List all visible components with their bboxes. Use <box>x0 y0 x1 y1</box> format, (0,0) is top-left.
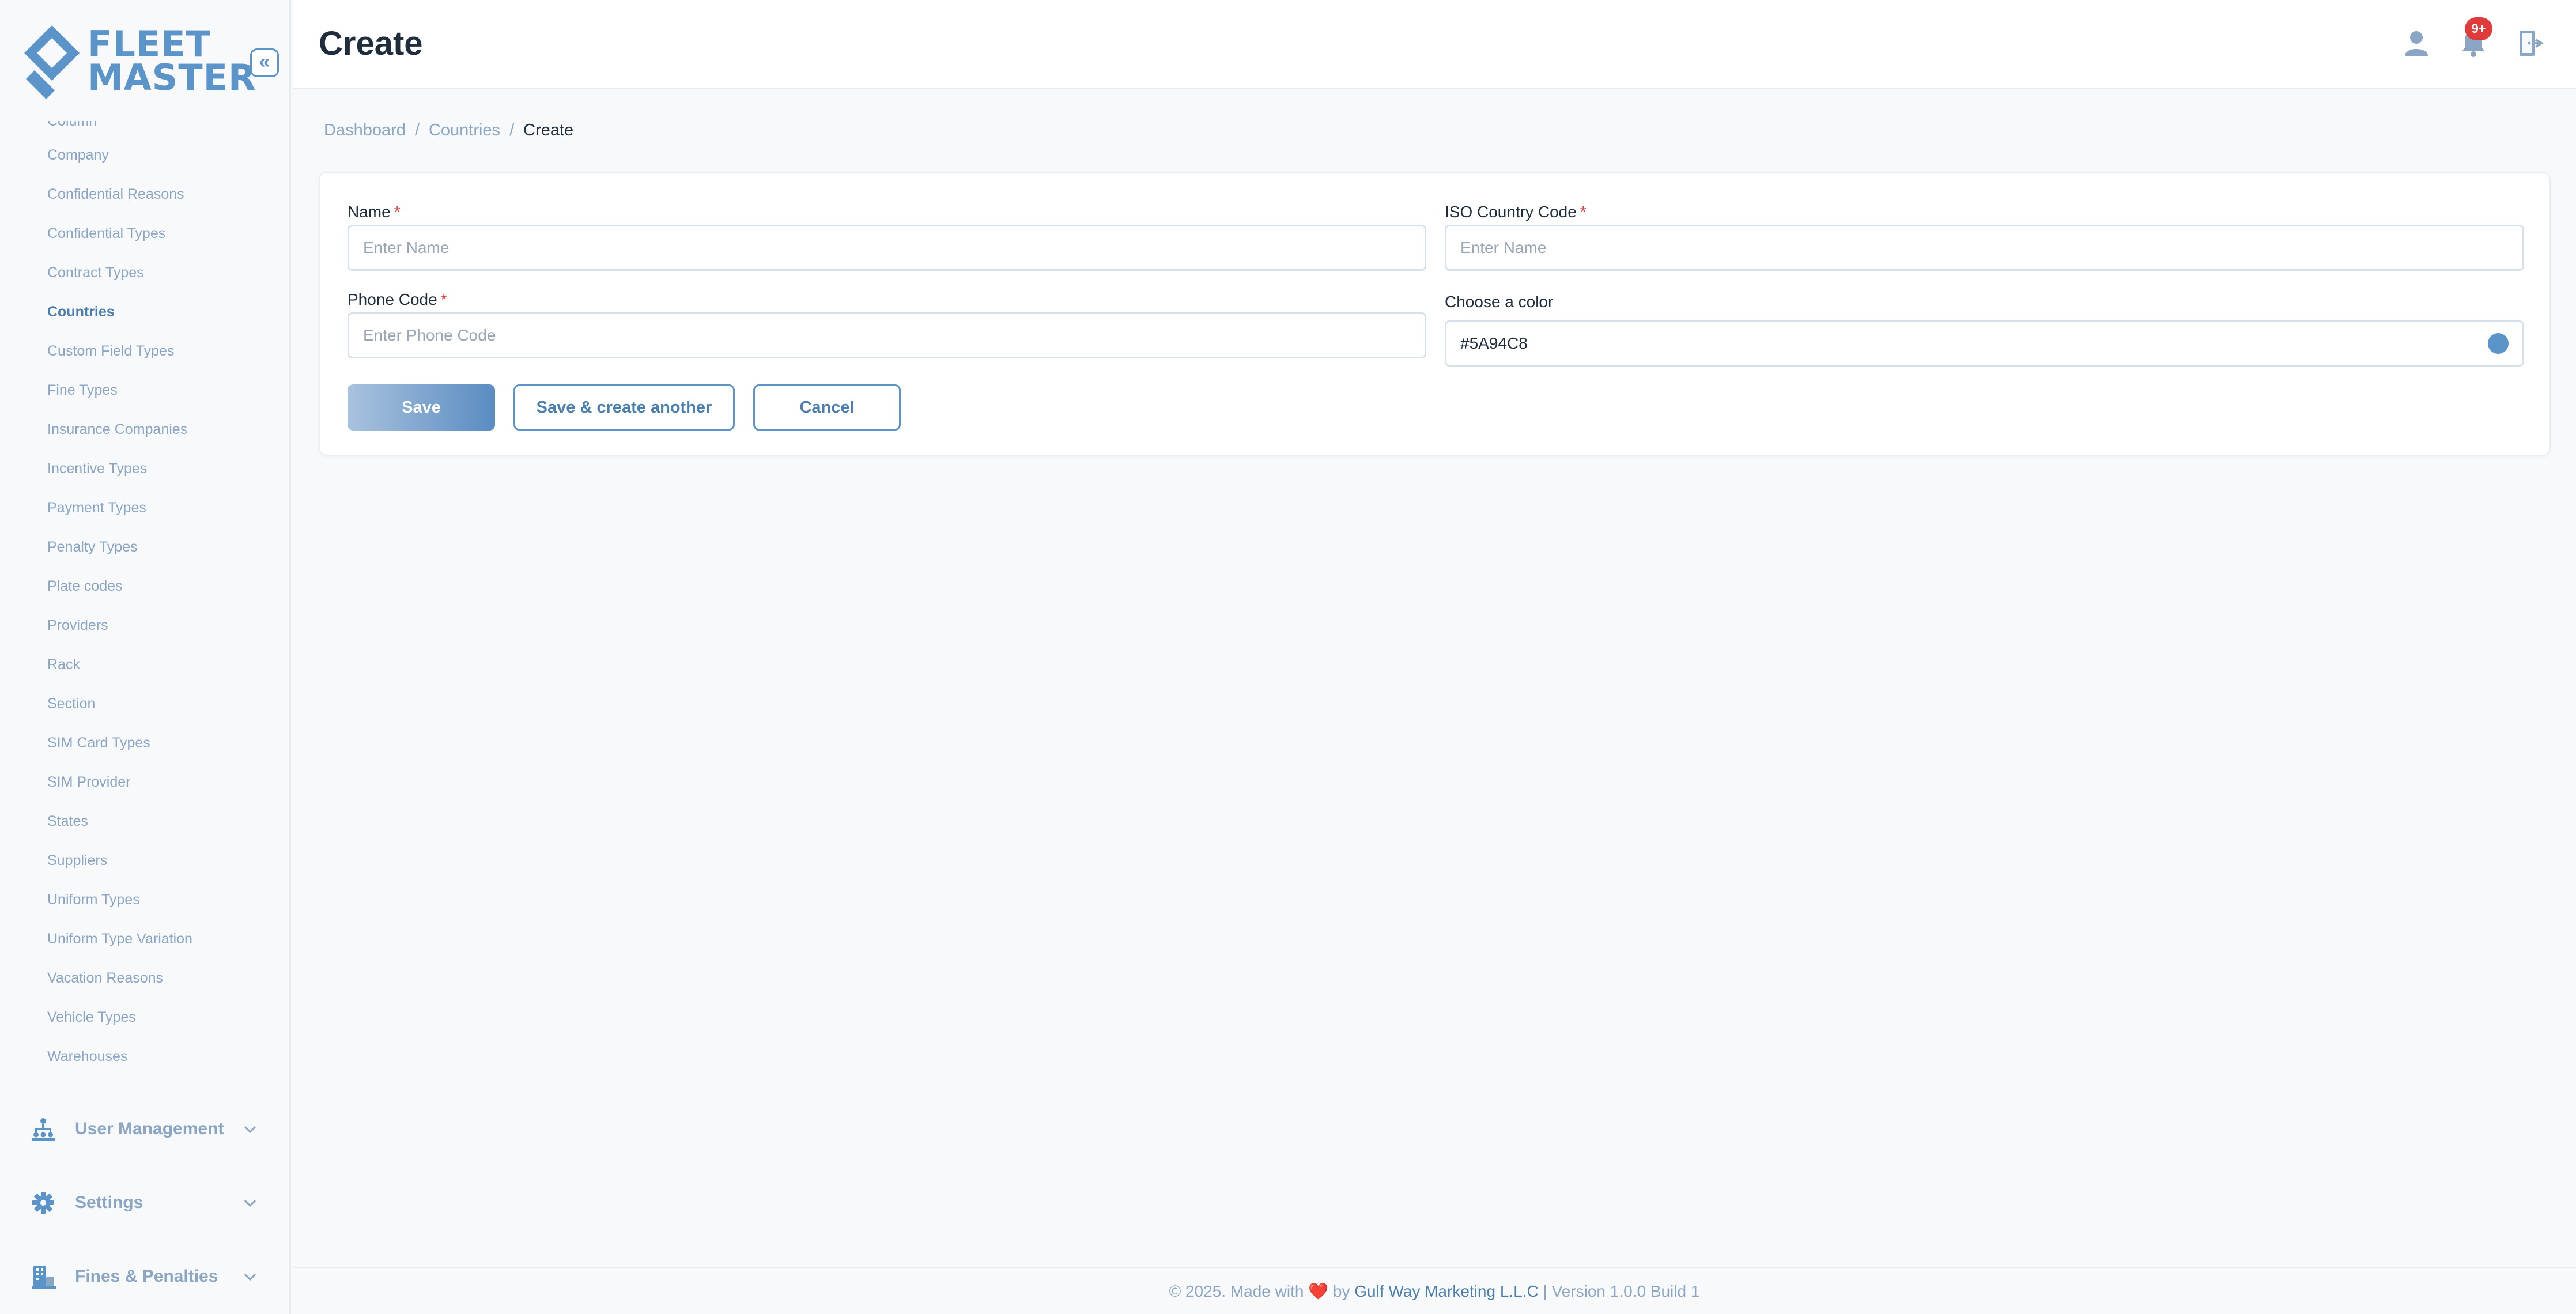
name-label: Name * <box>348 203 401 221</box>
sidebar-group-user-management[interactable]: User Management <box>0 1103 289 1155</box>
sidebar-group-label: User Management <box>75 1119 224 1138</box>
phone-code-label: Phone Code * <box>348 290 447 308</box>
sidebar-item-rack[interactable]: Rack <box>0 645 289 684</box>
breadcrumb: Dashboard / Countries / Create <box>324 121 573 140</box>
iso-country-code-label: ISO Country Code * <box>1445 203 1587 221</box>
cancel-button[interactable]: Cancel <box>753 384 901 431</box>
footer-copyright: © 2025. Made with <box>1169 1282 1304 1300</box>
sidebar-item-sim-provider[interactable]: SIM Provider <box>0 762 289 802</box>
create-country-form: Name* ISO Country Code* Phone Code* Choo… <box>319 172 2551 456</box>
brand-name: FLEET MASTER <box>88 23 256 99</box>
collapse-sidebar-button[interactable]: « <box>250 48 279 77</box>
gear-icon <box>32 1192 54 1214</box>
sidebar-group-label: Settings <box>75 1193 143 1212</box>
breadcrumb-separator: / <box>509 121 515 139</box>
fleet-master-logo-icon <box>24 25 80 99</box>
color-label: Choose a color <box>1445 293 1554 311</box>
breadcrumb-dashboard[interactable]: Dashboard <box>324 121 406 139</box>
app-root: Column Company Confidential Reasons Confide… <box>0 0 2576 1314</box>
sidebar-item-sim-card-types[interactable]: SIM Card Types <box>0 723 289 762</box>
sidebar-item-vehicle-types[interactable]: Vehicle Types <box>0 998 289 1037</box>
page-title: Create <box>319 25 423 62</box>
sidebar-item-contract-types[interactable]: Contract Types <box>0 253 289 292</box>
footer-company-link[interactable]: Gulf Way Marketing L.L.C <box>1354 1282 1539 1300</box>
footer-version: | Version 1.0.0 Build 1 <box>1543 1282 1700 1300</box>
footer-by: by <box>1332 1282 1350 1300</box>
color-swatch[interactable] <box>2488 333 2509 354</box>
chevron-down-icon <box>244 1126 256 1134</box>
sidebar-item-uniform-types[interactable]: Uniform Types <box>0 880 289 919</box>
chevron-down-icon <box>244 1273 256 1281</box>
hierarchy-icon <box>32 1118 55 1141</box>
phone-code-input[interactable] <box>348 312 1426 358</box>
breadcrumb-current: Create <box>523 121 574 139</box>
sidebar-item-suppliers[interactable]: Suppliers <box>0 841 289 880</box>
sidebar: Column Company Confidential Reasons Confide… <box>0 0 291 1314</box>
breadcrumb-countries[interactable]: Countries <box>429 121 500 139</box>
user-icon[interactable] <box>2399 26 2434 61</box>
chevron-down-icon <box>244 1199 256 1207</box>
sidebar-item-section[interactable]: Section <box>0 684 289 723</box>
sidebar-group-fines-penalties[interactable]: Fines & Penalties <box>0 1251 289 1302</box>
sidebar-item-countries[interactable]: Countries <box>0 292 289 331</box>
sidebar-item-vacation-reasons[interactable]: Vacation Reasons <box>0 958 289 998</box>
logout-icon[interactable] <box>2514 26 2548 61</box>
sidebar-item-insurance-companies[interactable]: Insurance Companies <box>0 410 289 449</box>
sidebar-item-confidential-types[interactable]: Confidential Types <box>0 214 289 253</box>
footer: © 2025. Made with ❤️ by Gulf Way Marketi… <box>293 1267 2576 1314</box>
heart-icon: ❤️ <box>1308 1282 1329 1300</box>
sidebar-item-fine-types[interactable]: Fine Types <box>0 371 289 410</box>
sidebar-item-uniform-type-variation[interactable]: Uniform Type Variation <box>0 919 289 958</box>
color-value: #5A94C8 <box>1460 334 1528 352</box>
sidebar-item-custom-field-types[interactable]: Custom Field Types <box>0 331 289 371</box>
iso-country-code-input[interactable] <box>1445 225 2524 271</box>
color-picker[interactable]: #5A94C8 <box>1445 320 2524 367</box>
sidebar-menu: Column Company Confidential Reasons Confide… <box>0 112 289 1076</box>
sidebar-item-states[interactable]: States <box>0 802 289 841</box>
sidebar-item-penalty-types[interactable]: Penalty Types <box>0 527 289 567</box>
sidebar-item-incentive-types[interactable]: Incentive Types <box>0 449 289 488</box>
breadcrumb-separator: / <box>414 121 420 139</box>
sidebar-item-providers[interactable]: Providers <box>0 606 289 645</box>
sidebar-group-label: Fines & Penalties <box>75 1267 218 1286</box>
sidebar-item-confidential-reasons[interactable]: Confidential Reasons <box>0 175 289 214</box>
notification-badge: 9+ <box>2465 17 2492 40</box>
sidebar-item-company[interactable]: Company <box>0 135 289 175</box>
sidebar-item-plate-codes[interactable]: Plate codes <box>0 567 289 606</box>
name-input[interactable] <box>348 225 1426 271</box>
building-icon <box>32 1266 56 1289</box>
save-button[interactable]: Save <box>348 384 495 431</box>
save-and-create-another-button[interactable]: Save & create another <box>513 384 735 431</box>
sidebar-group-settings[interactable]: Settings <box>0 1177 289 1229</box>
sidebar-item-payment-types[interactable]: Payment Types <box>0 488 289 527</box>
top-header: Create <box>293 0 2576 89</box>
sidebar-item-warehouses[interactable]: Warehouses <box>0 1037 289 1076</box>
logo: FLEET MASTER « <box>0 0 289 121</box>
